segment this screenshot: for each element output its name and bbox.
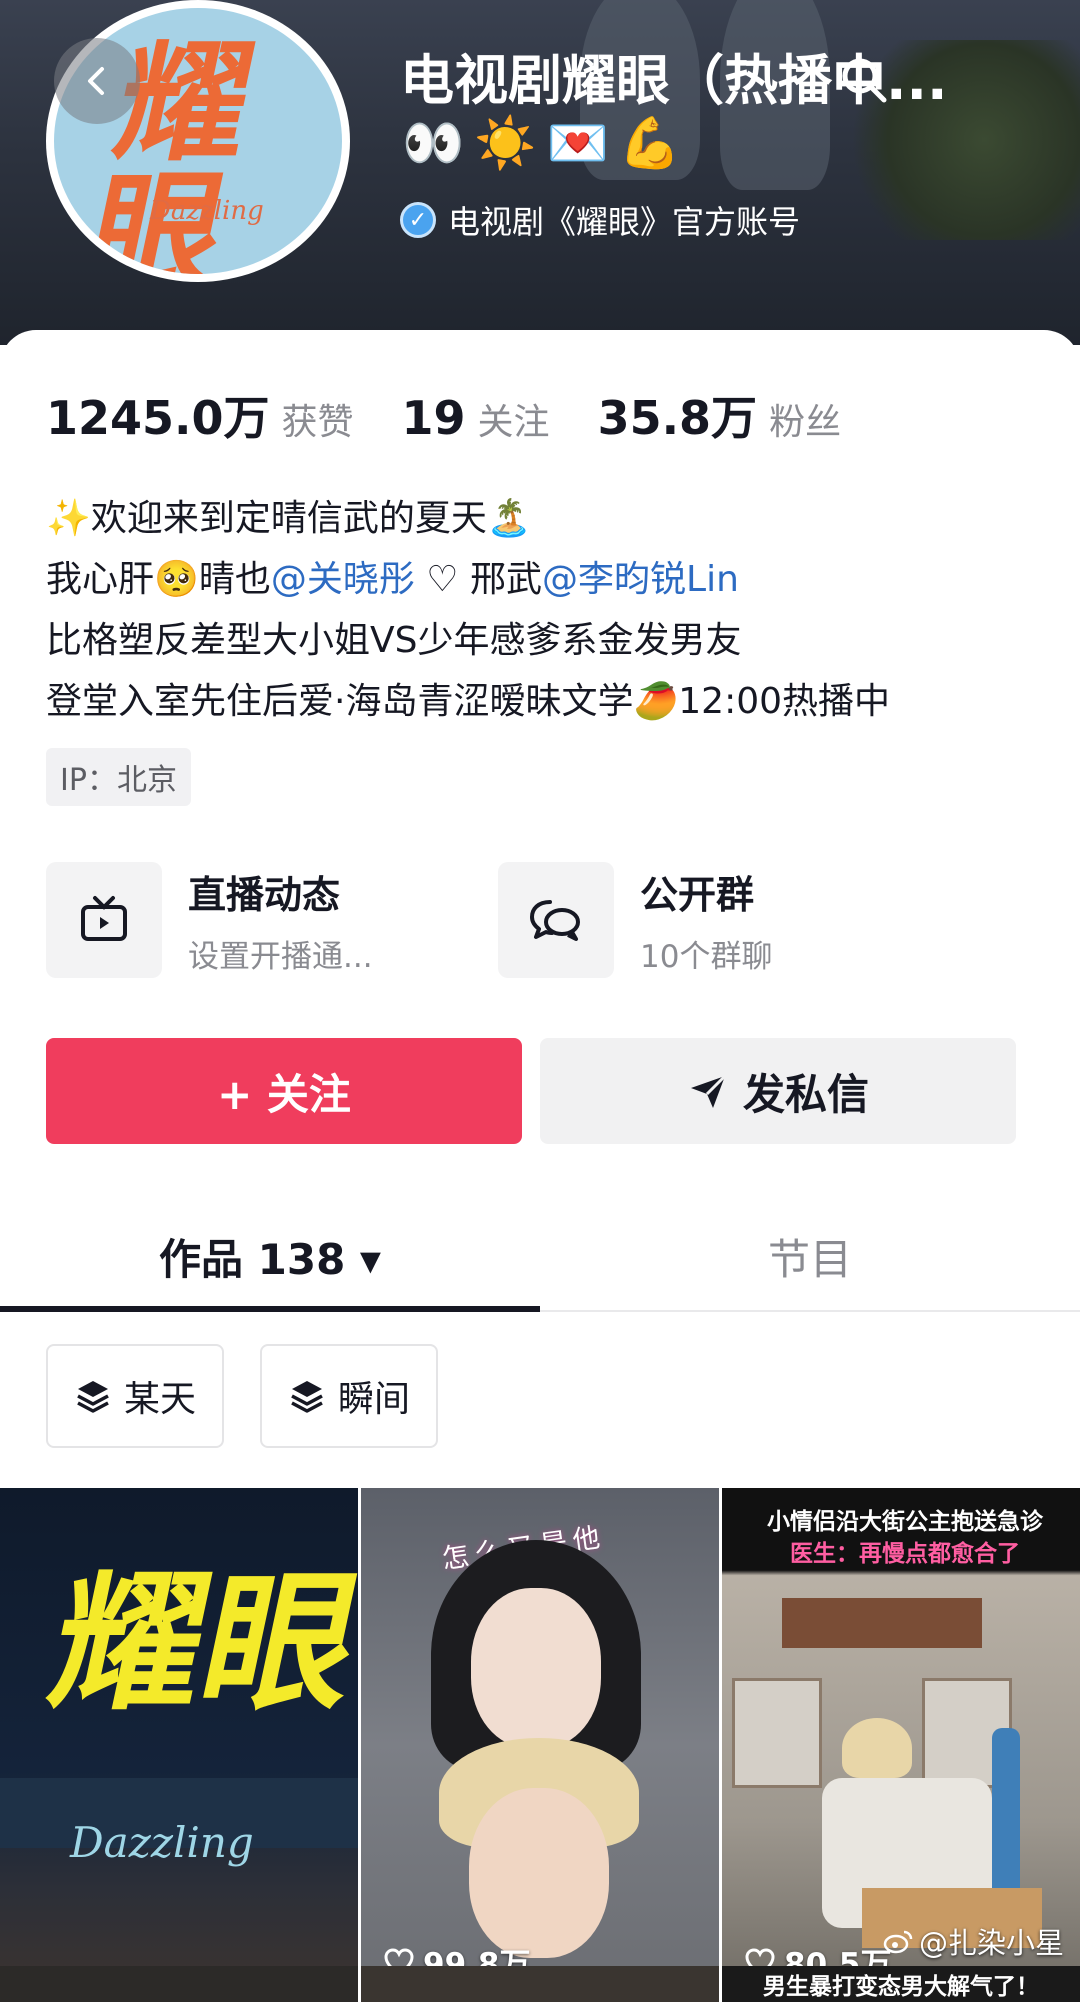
tab-shows[interactable]: 节目 xyxy=(540,1202,1080,1310)
weibo-logo-icon xyxy=(883,1930,913,1954)
stat-following[interactable]: 19 关注 xyxy=(402,391,550,445)
mention-link[interactable]: @关晓彤 xyxy=(271,559,415,600)
collection-chip-moment[interactable]: 瞬间 xyxy=(260,1344,439,1448)
character-face xyxy=(469,1788,609,1958)
stat-value: 35.8万 xyxy=(597,391,758,445)
sun-emoji: ☀️ xyxy=(474,114,537,172)
feature-title: 直播动态 xyxy=(188,873,341,917)
chat-bubbles-icon xyxy=(530,900,580,941)
profile-emoji-row: 👀 ☀️ 💌 💪 xyxy=(402,118,681,168)
feature-icon-box xyxy=(46,862,162,978)
live-activity-entry[interactable]: 直播动态 设置开播通... xyxy=(46,862,373,978)
send-message-button[interactable]: 发私信 xyxy=(540,1038,1016,1144)
oxygen-tank xyxy=(992,1728,1020,1898)
verified-row: ✓ 电视剧《耀眼》官方账号 xyxy=(400,197,800,243)
layers-icon xyxy=(291,1381,323,1413)
stat-label: 粉丝 xyxy=(769,402,842,443)
video-thumbnail[interactable] xyxy=(361,1966,719,2002)
feature-text: 直播动态 设置开播通... xyxy=(188,864,373,976)
profile-bio: ✨欢迎来到定晴信武的夏天🏝️ 我心肝🥺晴也@关晓彤 ♡ 邢武@李昀锐Lin 比格… xyxy=(46,488,890,732)
bio-line: 登堂入室先住后爱·海岛青涩暧昧文学🥭12:00热播中 xyxy=(46,681,891,722)
paper-plane-icon xyxy=(690,1074,727,1108)
send-message-label: 发私信 xyxy=(742,1069,869,1119)
video-title-logo: 耀眼 xyxy=(37,1555,358,1731)
bio-line: ✨欢迎来到定晴信武的夏天🏝️ xyxy=(46,498,532,539)
tab-works[interactable]: 作品 138 ▾ xyxy=(0,1202,540,1310)
feature-text: 公开群 10个群聊 xyxy=(640,864,772,976)
video-grid-next-row: 男生暴打变态男大解气了！ xyxy=(0,1966,1080,2002)
video-thumbnail[interactable]: 男生暴打变态男大解气了！ xyxy=(722,1966,1080,2002)
video-thumbnail[interactable] xyxy=(0,1966,358,2002)
video-caption-highlight: 医生：再慢点都愈合了 xyxy=(790,1541,1020,1567)
profile-header: 耀眼 Dazzling 电视剧耀眼（热播中... 👀 ☀️ 💌 💪 ✓ 电视剧《… xyxy=(0,0,1080,345)
tv-icon xyxy=(81,896,127,941)
stat-label: 获赞 xyxy=(281,402,354,443)
stats-row: 1245.0万 获赞 19 关注 35.8万 粉丝 xyxy=(46,382,889,448)
stat-value: 1245.0万 xyxy=(46,391,270,445)
eyes-emoji: 👀 xyxy=(402,114,465,172)
stat-likes[interactable]: 1245.0万 获赞 xyxy=(46,382,354,448)
video-caption: 男生暴打变态男大解气了！ xyxy=(763,1974,1039,2000)
chevron-left-icon xyxy=(88,67,104,95)
clinic-sign xyxy=(782,1598,982,1648)
search-button[interactable] xyxy=(836,52,892,108)
bio-line: 我心肝🥺晴也@关晓彤 ♡ 邢武@李昀锐Lin xyxy=(46,549,890,610)
love-letter-emoji: 💌 xyxy=(546,114,609,172)
video-thumbnail[interactable]: 耀眼 Dazzling xyxy=(0,1488,358,2002)
wall-poster xyxy=(732,1678,822,1788)
watermark-text: @扎染小星 xyxy=(918,1926,1064,1960)
stat-value: 19 xyxy=(401,391,466,445)
follow-button[interactable]: + 关注 xyxy=(46,1038,522,1144)
content-tabs: 作品 138 ▾ 节目 xyxy=(0,1202,1080,1312)
feature-subtitle: 10个群聊 xyxy=(640,939,773,975)
mention-link[interactable]: @李昀锐Lin xyxy=(542,559,739,600)
chip-label: 瞬间 xyxy=(338,1379,411,1420)
layers-icon xyxy=(77,1381,109,1413)
stat-followers[interactable]: 35.8万 粉丝 xyxy=(598,382,842,448)
collection-chip-someday[interactable]: 某天 xyxy=(46,1344,225,1448)
chip-label: 某天 xyxy=(124,1379,197,1420)
feature-icon-box xyxy=(498,862,614,978)
verified-text: 电视剧《耀眼》官方账号 xyxy=(448,203,801,241)
video-thumbnail[interactable]: 怎么又是他 99.8万 xyxy=(361,1488,719,2002)
verified-badge-icon: ✓ xyxy=(400,202,436,238)
back-button[interactable] xyxy=(54,38,140,124)
bio-text: 我心肝🥺晴也 xyxy=(46,559,271,600)
video-title-script: Dazzling xyxy=(70,1818,254,1867)
character-face xyxy=(471,1588,601,1748)
avatar-logo-script: Dazzling xyxy=(150,196,264,226)
active-tab-indicator xyxy=(0,1306,540,1312)
stat-label: 关注 xyxy=(477,402,550,443)
flexed-biceps-emoji: 💪 xyxy=(618,114,682,172)
search-icon xyxy=(842,58,887,103)
ip-location-tag: IP：北京 xyxy=(46,748,191,806)
public-group-entry[interactable]: 公开群 10个群聊 xyxy=(498,862,772,978)
video-caption: 小情侣沿大街公主抱送急诊 xyxy=(767,1509,1043,1535)
bio-text: ♡ 邢武 xyxy=(414,559,543,600)
watermark: @扎染小星 xyxy=(883,1920,1064,1962)
bio-line: 比格塑反差型大小姐VS少年感爹系金发男友 xyxy=(46,620,742,661)
character-hair xyxy=(842,1718,912,1778)
feature-title: 公开群 xyxy=(640,873,755,917)
feature-subtitle: 设置开播通... xyxy=(188,939,373,975)
